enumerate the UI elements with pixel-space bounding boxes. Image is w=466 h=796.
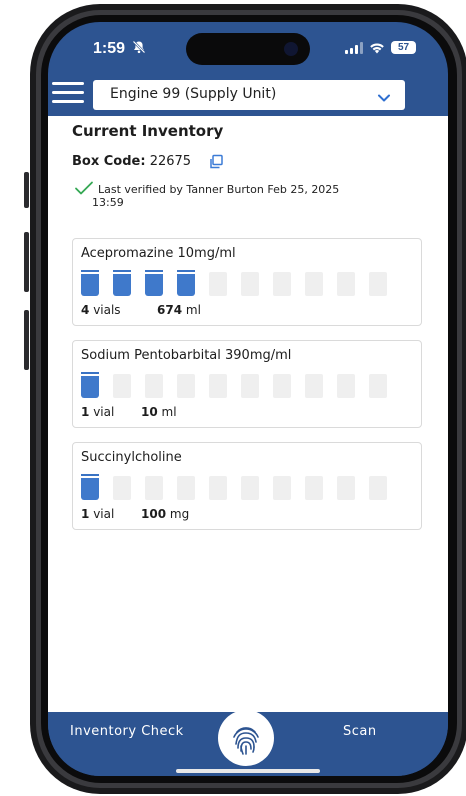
box-code: Box Code: 22675 <box>72 154 191 169</box>
vial-empty <box>337 372 355 398</box>
vial-empty <box>209 372 227 398</box>
vial-empty <box>209 474 227 500</box>
drug-name: Succinylcholine <box>81 450 182 465</box>
drug-amount: 10 ml <box>141 405 177 419</box>
status-indicators: 57 <box>345 41 416 54</box>
menu-hamburger-icon[interactable] <box>52 82 84 104</box>
vial-empty <box>209 270 227 296</box>
vial-count: 1 vial <box>81 507 115 521</box>
vial-empty <box>241 270 259 296</box>
vial-empty <box>369 372 387 398</box>
scan-tab[interactable]: Scan <box>343 724 377 739</box>
vial-empty <box>305 474 323 500</box>
battery-icon: 57 <box>391 41 416 54</box>
vial-empty <box>113 372 131 398</box>
last-verified-time: 13:59 <box>92 196 124 209</box>
vial-filled <box>177 270 195 296</box>
unit-select-dropdown[interactable]: Engine 99 (Supply Unit) <box>93 80 405 110</box>
drug-card[interactable]: Succinylcholine 1 vial 100 mg <box>72 442 422 530</box>
copy-icon[interactable] <box>208 154 224 170</box>
fingerprint-icon <box>233 727 259 755</box>
drug-card[interactable]: Acepromazine 10mg/ml 4 vials 674 ml <box>72 238 422 326</box>
wifi-icon <box>370 42 384 53</box>
last-verified-note: Last verified by Tanner Burton Feb 25, 2… <box>92 183 398 209</box>
inventory-content: Current Inventory Box Code: 22675 Last v… <box>48 116 448 712</box>
vial-empty <box>305 372 323 398</box>
chevron-down-icon <box>377 88 391 107</box>
box-code-value: 22675 <box>149 154 192 169</box>
cellular-signal-icon <box>345 41 363 54</box>
vial-indicators <box>81 372 387 398</box>
vial-empty <box>337 474 355 500</box>
verified-check-icon <box>74 180 94 200</box>
drug-amount: 100 mg <box>141 507 190 521</box>
box-code-label: Box Code: <box>72 154 146 169</box>
vial-filled <box>81 474 99 500</box>
home-indicator <box>176 769 320 773</box>
drug-card[interactable]: Sodium Pentobarbital 390mg/ml 1 vial 10 … <box>72 340 422 428</box>
vial-count: 4 vials <box>81 303 121 317</box>
vial-empty <box>241 372 259 398</box>
page-title: Current Inventory <box>72 122 224 140</box>
vial-empty <box>177 474 195 500</box>
vial-empty <box>273 270 291 296</box>
front-camera <box>284 42 298 56</box>
inventory-check-tab[interactable]: Inventory Check <box>70 724 184 739</box>
vial-count: 1 vial <box>81 405 115 419</box>
vial-empty <box>273 372 291 398</box>
volume-down-button <box>24 310 29 370</box>
mute-switch <box>24 172 29 208</box>
vial-empty <box>337 270 355 296</box>
vial-empty <box>145 474 163 500</box>
vial-filled <box>81 372 99 398</box>
app-screen: 1:59 57 Engine 99 (Supply Unit) Current … <box>48 22 448 776</box>
vial-empty <box>369 474 387 500</box>
vial-indicators <box>81 270 387 296</box>
drug-name: Sodium Pentobarbital 390mg/ml <box>81 348 292 363</box>
last-verified-line1: Last verified by Tanner Burton Feb 25, 2… <box>98 183 340 196</box>
vial-indicators <box>81 474 387 500</box>
vial-empty <box>241 474 259 500</box>
drug-name: Acepromazine 10mg/ml <box>81 246 236 261</box>
volume-up-button <box>24 232 29 292</box>
vial-filled <box>113 270 131 296</box>
vial-filled <box>81 270 99 296</box>
vial-empty <box>145 372 163 398</box>
unit-select-value: Engine 99 (Supply Unit) <box>110 86 277 102</box>
fingerprint-button[interactable] <box>218 710 274 766</box>
vial-empty <box>305 270 323 296</box>
vial-empty <box>177 372 195 398</box>
silent-bell-icon <box>132 40 146 58</box>
vial-empty <box>369 270 387 296</box>
vial-empty <box>113 474 131 500</box>
vial-empty <box>273 474 291 500</box>
drug-amount: 674 ml <box>157 303 201 317</box>
status-time: 1:59 <box>93 40 126 57</box>
vial-filled <box>145 270 163 296</box>
